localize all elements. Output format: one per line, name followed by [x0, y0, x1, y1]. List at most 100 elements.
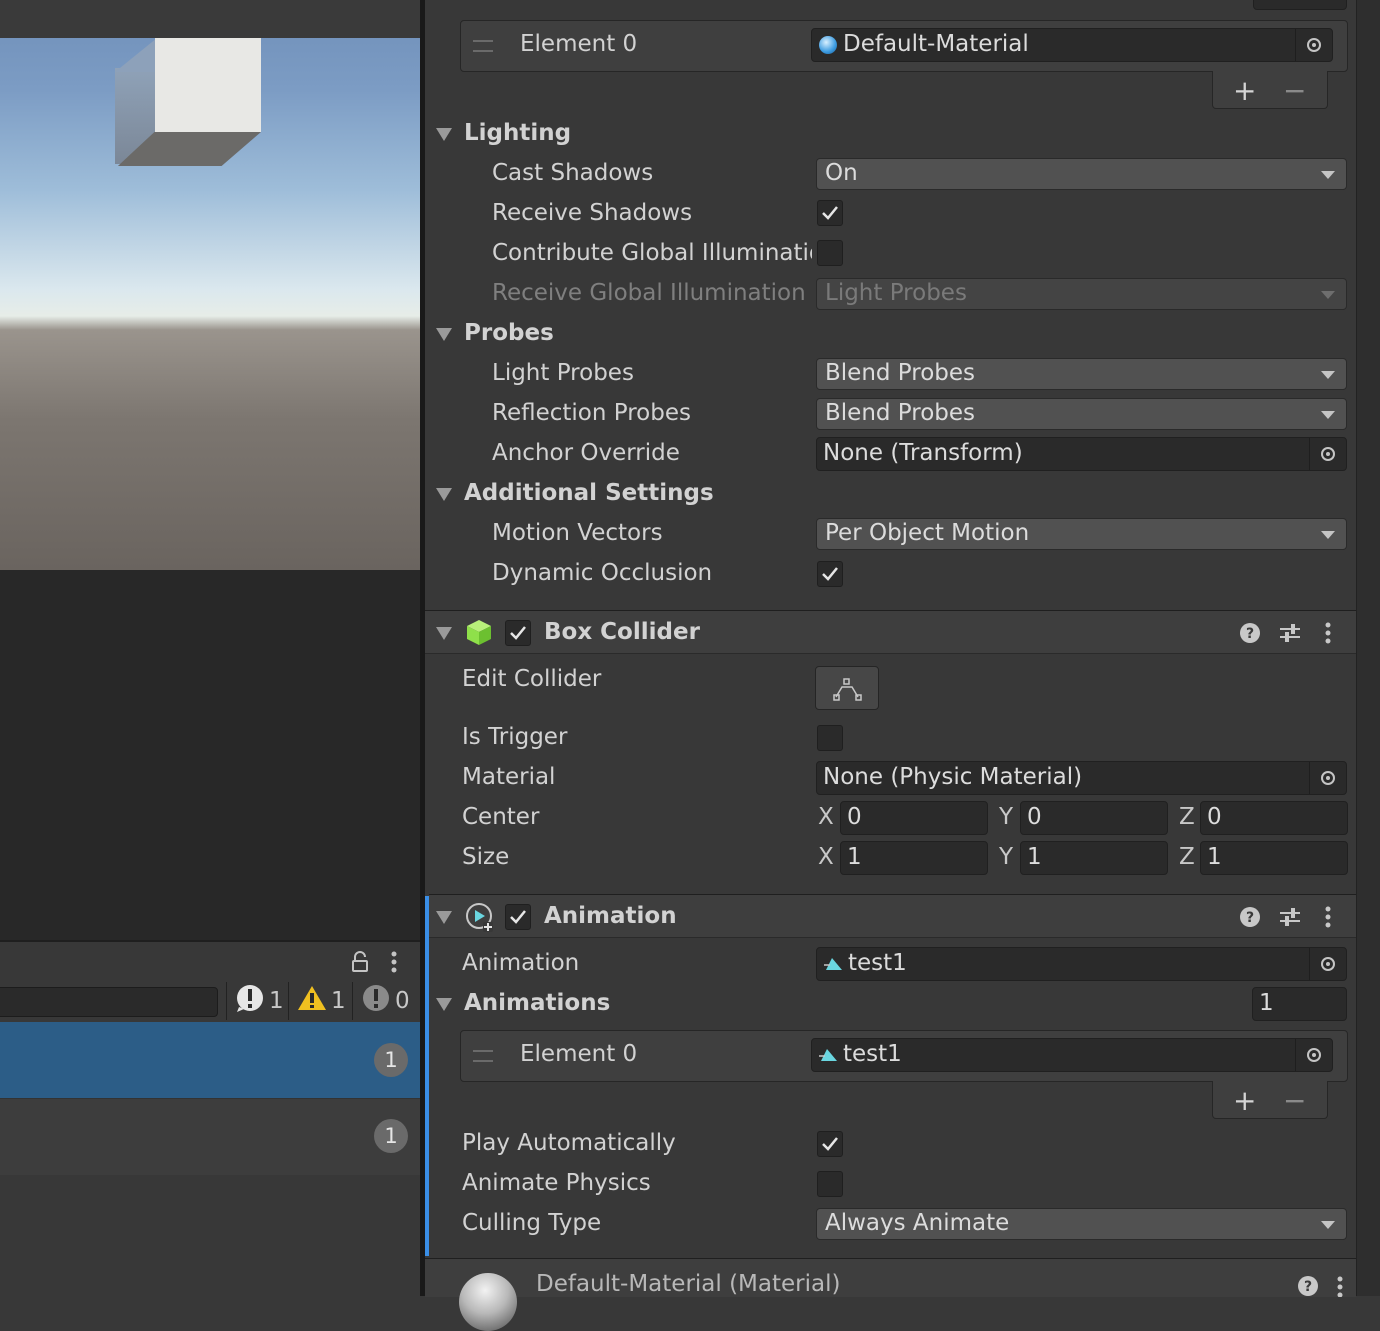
scene-cube[interactable]: [115, 38, 265, 168]
additional-settings-header[interactable]: Additional Settings: [464, 480, 714, 506]
light-probes-dropdown[interactable]: Blend Probes: [816, 358, 1347, 390]
animation-clip-icon: [824, 956, 844, 976]
reflection-probes-dropdown[interactable]: Blend Probes: [816, 398, 1347, 430]
drag-handle-icon[interactable]: [473, 1050, 493, 1062]
error-count-toggle[interactable]: 1: [226, 982, 284, 1020]
cast-shadows-dropdown[interactable]: On: [816, 158, 1347, 190]
object-picker-icon: [1321, 957, 1335, 971]
object-picker-icon: [1307, 38, 1321, 52]
foldout-arrow-icon[interactable]: [436, 998, 452, 1011]
message-count-toggle[interactable]: 0: [352, 982, 410, 1020]
center-y-field[interactable]: 0: [1020, 801, 1168, 835]
anchor-override-field[interactable]: None (Transform): [816, 437, 1347, 471]
center-y-axis-label: Y: [999, 804, 1014, 830]
size-z-field[interactable]: 1: [1200, 841, 1348, 875]
foldout-arrow-icon[interactable]: [436, 328, 452, 341]
edit-collider-button[interactable]: [815, 666, 879, 710]
help-icon[interactable]: ?: [1297, 1275, 1319, 1301]
kebab-menu-icon[interactable]: [1323, 905, 1333, 933]
animation-clip-field[interactable]: test1: [816, 947, 1347, 981]
checkmark-icon: [510, 626, 526, 640]
is-trigger-checkbox[interactable]: [817, 725, 843, 751]
box-collider-enabled-checkbox[interactable]: [505, 620, 531, 646]
object-picker-button[interactable]: [1295, 29, 1332, 61]
size-y-field[interactable]: 1: [1020, 841, 1168, 875]
contribute-gi-label: Contribute Global Illuminatior: [492, 240, 812, 266]
foldout-arrow-icon[interactable]: [436, 128, 452, 141]
animation-clip-label: Animation: [462, 950, 580, 976]
object-picker-button[interactable]: [1309, 438, 1346, 470]
dropdown-arrow-icon: [1321, 171, 1335, 179]
presets-icon[interactable]: [1278, 622, 1302, 648]
minus-icon[interactable]: −: [1283, 1084, 1306, 1117]
animations-element0-label: Element 0: [520, 1041, 638, 1067]
animations-header[interactable]: Animations: [464, 990, 610, 1016]
center-z-field[interactable]: 0: [1200, 801, 1348, 835]
lock-icon[interactable]: [350, 950, 370, 974]
kebab-menu-icon[interactable]: [388, 950, 400, 974]
console-panel: 1 1 0 1 1: [0, 940, 420, 1298]
anchor-override-value: None (Transform): [823, 440, 1023, 466]
foldout-arrow-icon[interactable]: [436, 911, 452, 924]
material-preview-header[interactable]: Default-Material (Material) ?: [425, 1258, 1356, 1331]
material-sphere-icon: [819, 36, 837, 54]
foldout-arrow-icon[interactable]: [436, 488, 452, 501]
object-picker-button[interactable]: [1309, 762, 1346, 794]
warning-count-toggle[interactable]: 1: [288, 982, 346, 1020]
size-y-value: 1: [1027, 844, 1042, 870]
lighting-header[interactable]: Lighting: [464, 120, 571, 146]
motion-vectors-dropdown[interactable]: Per Object Motion: [816, 518, 1347, 550]
play-automatically-checkbox[interactable]: [817, 1131, 843, 1157]
animations-size-field[interactable]: 1: [1252, 987, 1347, 1021]
plus-icon[interactable]: +: [1233, 1084, 1256, 1117]
kebab-menu-icon[interactable]: [1323, 621, 1333, 649]
svg-text:?: ?: [1246, 910, 1254, 926]
console-row[interactable]: 1: [0, 1022, 420, 1098]
collider-material-value: None (Physic Material): [823, 764, 1083, 790]
drag-handle-icon[interactable]: [473, 40, 493, 52]
animations-element0-field[interactable]: test1: [811, 1038, 1333, 1072]
cube-left-top-face: [115, 38, 157, 72]
plus-icon[interactable]: +: [1233, 74, 1256, 107]
center-x-field[interactable]: 0: [840, 801, 988, 835]
materials-list: Element 0 Default-Material: [460, 20, 1348, 72]
receive-shadows-checkbox[interactable]: [817, 200, 843, 226]
animation-enabled-checkbox[interactable]: [505, 904, 531, 930]
console-search-input[interactable]: [0, 987, 218, 1017]
svg-text:?: ?: [1246, 626, 1254, 642]
culling-type-dropdown[interactable]: Always Animate: [816, 1208, 1347, 1240]
error-count: 1: [269, 988, 284, 1014]
animations-list: Element 0 test1: [460, 1030, 1348, 1082]
presets-icon[interactable]: [1278, 906, 1302, 932]
animation-title: Animation: [544, 903, 677, 929]
object-picker-button[interactable]: [1295, 1039, 1332, 1071]
box-collider-header[interactable]: Box Collider ?: [425, 610, 1356, 654]
scene-view[interactable]: [0, 0, 420, 570]
animation-header[interactable]: Animation ?: [429, 894, 1356, 938]
receive-shadows-label: Receive Shadows: [492, 200, 693, 226]
anchor-override-label: Anchor Override: [492, 440, 680, 466]
dynamic-occlusion-checkbox[interactable]: [817, 561, 843, 587]
size-x-field[interactable]: 1: [840, 841, 988, 875]
contribute-gi-checkbox[interactable]: [817, 240, 843, 266]
collider-material-field[interactable]: None (Physic Material): [816, 761, 1347, 795]
help-icon[interactable]: ?: [1239, 906, 1261, 932]
size-y-axis-label: Y: [999, 844, 1014, 870]
animation-clip-value: test1: [848, 950, 907, 976]
kebab-menu-icon[interactable]: [1335, 1275, 1345, 1301]
minus-icon[interactable]: −: [1283, 74, 1306, 107]
foldout-arrow-icon[interactable]: [436, 627, 452, 640]
probes-header[interactable]: Probes: [464, 320, 554, 346]
size-z-value: 1: [1207, 844, 1222, 870]
inspector-scrollbar[interactable]: [1356, 0, 1380, 1296]
help-icon[interactable]: ?: [1239, 622, 1261, 648]
materials-size-field[interactable]: [1253, 0, 1347, 10]
reflection-probes-value: Blend Probes: [825, 400, 976, 426]
message-icon: [361, 983, 391, 1019]
console-row[interactable]: 1: [0, 1098, 420, 1175]
animations-add-remove: + −: [1212, 1081, 1328, 1119]
object-picker-button[interactable]: [1309, 948, 1346, 980]
scene-empty-area: [0, 570, 420, 940]
materials-element0-field[interactable]: Default-Material: [811, 28, 1333, 62]
animate-physics-checkbox[interactable]: [817, 1171, 843, 1197]
